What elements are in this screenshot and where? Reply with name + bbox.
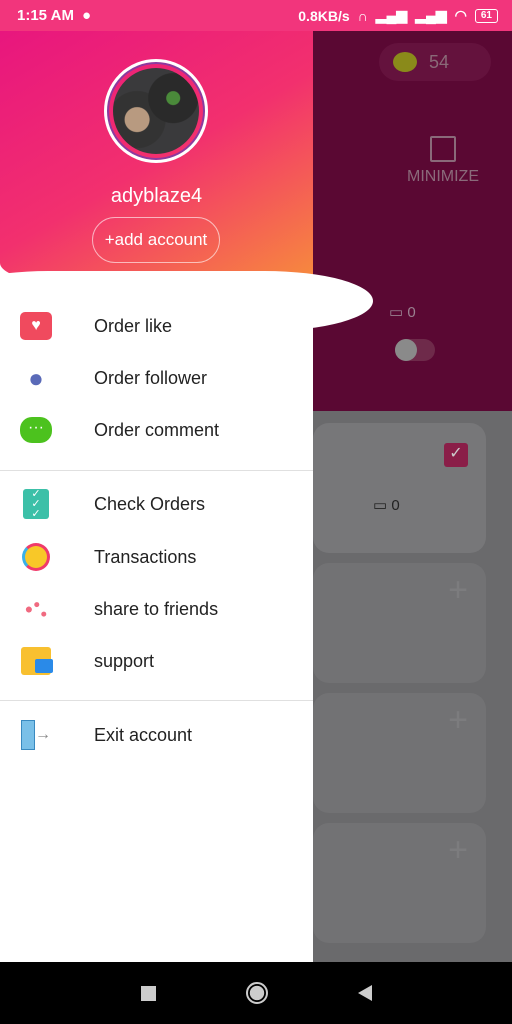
menu-support[interactable]: support <box>0 638 313 684</box>
coin-balance: 54 <box>379 43 491 81</box>
folder-mail-icon <box>19 646 53 676</box>
navigation-bar <box>0 962 512 1024</box>
wifi-icon: ◠ <box>454 7 467 23</box>
signal-icon-2: ▂▄▆ <box>415 7 447 23</box>
comment-count: ▭ 0 <box>389 304 416 321</box>
card: ✓ ▭ 0 <box>313 423 486 553</box>
minimize-icon <box>430 136 456 162</box>
menu-order-follower[interactable]: ● Order follower <box>0 355 313 401</box>
status-bar: 1:15 AM ● 0.8KB/s ∩ ▂▄▆ ▂▄▆ ◠ 61 <box>0 0 512 31</box>
spotify-icon: ● <box>81 7 92 24</box>
checklist-icon: ✓ ✓ ✓ <box>19 489 53 520</box>
battery-icon: 61 <box>474 8 498 23</box>
divider <box>0 700 313 701</box>
back-button[interactable] <box>357 985 372 1001</box>
home-button[interactable] <box>245 982 268 1004</box>
navigation-drawer: adyblaze4 +add account ♥ Order like ● Orde… <box>0 31 373 962</box>
card: + <box>313 563 486 683</box>
minimize-button: MINIMIZE <box>383 136 503 186</box>
menu-order-like[interactable]: ♥ Order like <box>0 303 313 349</box>
headphones-icon: ∩ <box>357 7 368 24</box>
toggle <box>395 339 435 361</box>
menu-share[interactable]: ●●● share to friends <box>0 586 313 632</box>
heart-icon: ♥ <box>19 311 53 341</box>
divider <box>0 470 313 471</box>
signal-icon: ▂▄▆ <box>375 7 408 23</box>
coin-exchange-icon <box>19 542 53 572</box>
status-time: 1:15 AM <box>17 7 74 24</box>
menu-check-orders[interactable]: ✓ ✓ ✓ Check Orders <box>0 481 313 527</box>
avatar[interactable] <box>104 59 208 163</box>
menu-transactions[interactable]: Transactions <box>0 534 313 580</box>
users-icon: ● <box>28 362 44 393</box>
card: + <box>313 823 486 943</box>
exit-icon: → <box>19 720 53 750</box>
menu-order-comment[interactable]: ··· Order comment <box>0 407 313 453</box>
username: adyblaze4 <box>110 185 203 207</box>
comment-icon: ··· <box>19 415 53 445</box>
network-speed: 0.8KB/s <box>298 7 350 24</box>
add-account-button[interactable]: +add account <box>92 217 220 263</box>
checkbox-icon: ✓ <box>444 443 468 467</box>
coin-icon <box>393 52 417 72</box>
recents-button[interactable] <box>140 985 156 1001</box>
comment-count-2: ▭ 0 <box>373 497 400 514</box>
menu-exit-account[interactable]: → Exit account <box>0 712 313 758</box>
card: + <box>313 693 486 813</box>
plus-icon: + <box>448 571 468 609</box>
plus-icon: + <box>448 701 468 739</box>
plus-icon: + <box>448 831 468 869</box>
share-icon: ●●● <box>24 597 48 621</box>
background-screen[interactable]: 54 MINIMIZE ▭ 0 ✓ ▭ 0 + + + <box>313 31 512 962</box>
